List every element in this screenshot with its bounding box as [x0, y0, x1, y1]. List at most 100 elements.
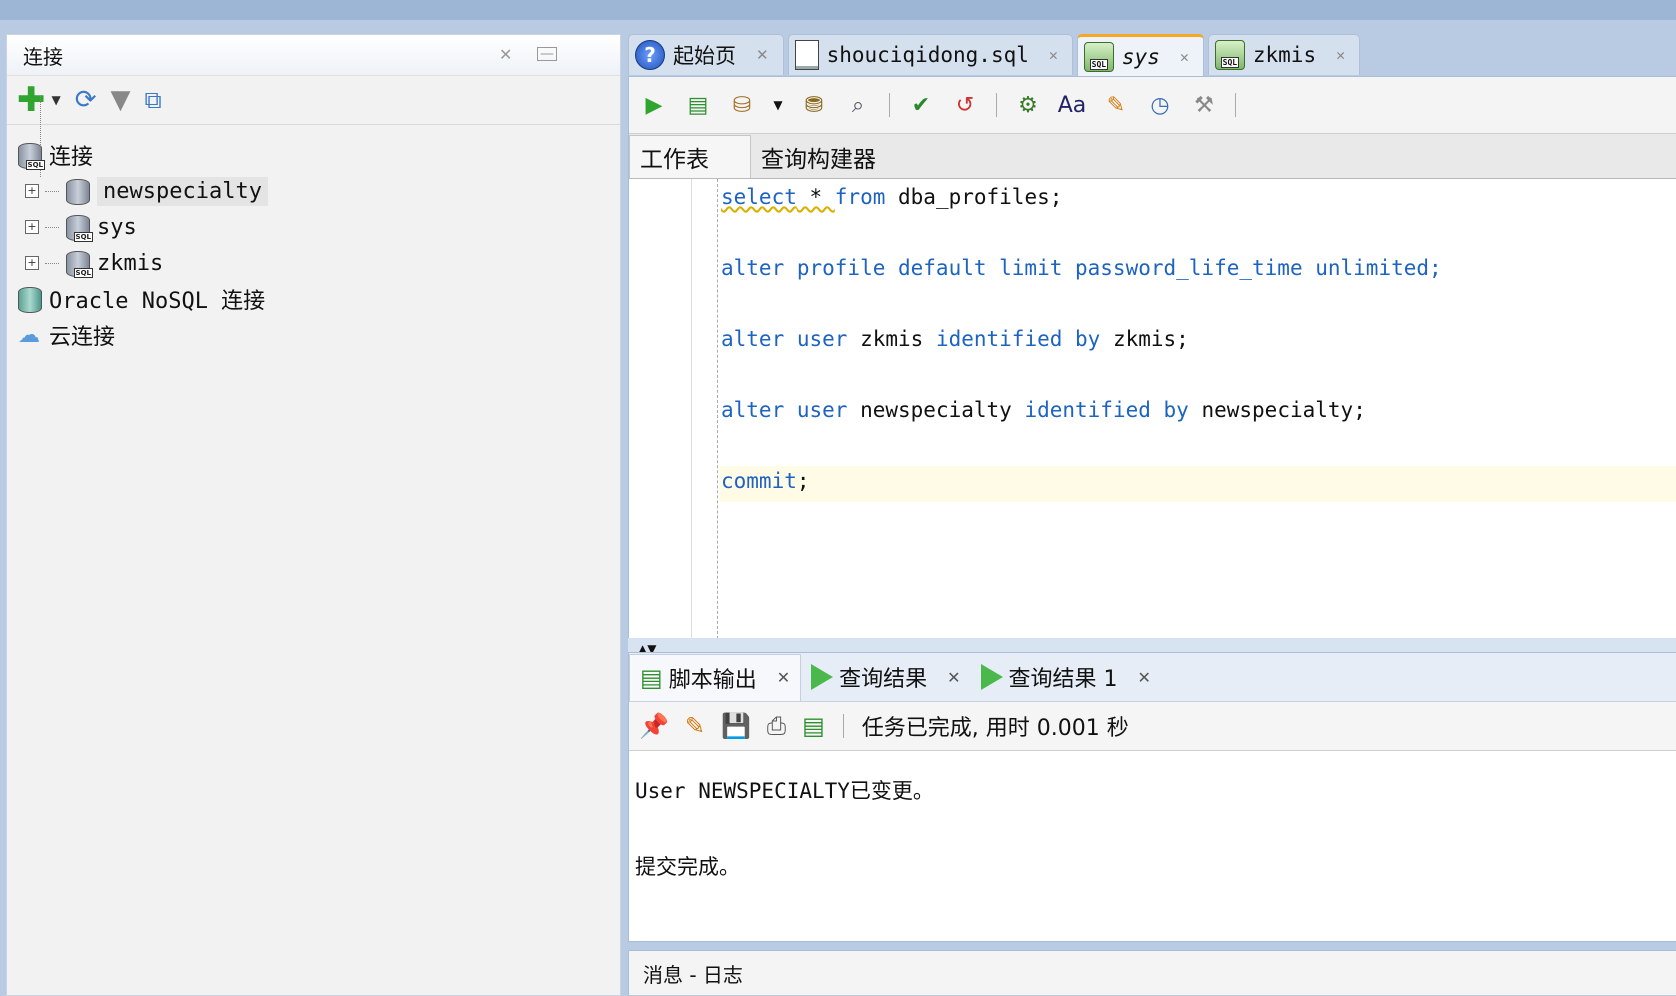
- tab-query-builder[interactable]: 查询构建器: [751, 136, 886, 178]
- print-icon[interactable]: ⎙: [767, 712, 786, 740]
- tools-icon[interactable]: ⚒: [1189, 90, 1219, 120]
- clear-icon[interactable]: ✎: [685, 712, 705, 740]
- tree-item-label: zkmis: [97, 250, 164, 276]
- code-line: alter profile default limit password_lif…: [721, 256, 1442, 280]
- tab-zkmis[interactable]: SQL zkmis ✕: [1207, 34, 1361, 75]
- tree-item-label: Oracle NoSQL 连接: [49, 289, 266, 314]
- results-tabs: ▤ 脚本输出 ✕ 查询结果 ✕ 查询结果 1 ✕: [629, 653, 1676, 702]
- script-output-icon: ▤: [640, 663, 663, 692]
- sql-editor-panel: ▶ ▤ ⛁ ▼ ⛃ ⌕ ✔ ↺ ⚙ Aa ✎ ◷ ⚒ 工作表 查询构建器 sel…: [628, 76, 1676, 640]
- close-icon[interactable]: ✕: [1049, 46, 1058, 64]
- tab-query-result-1[interactable]: 查询结果 1 ✕: [971, 654, 1161, 700]
- tab-script-output[interactable]: ▤ 脚本输出 ✕: [629, 653, 802, 701]
- tree-root-connections[interactable]: 连接: [7, 137, 620, 173]
- editor-toolbar: ▶ ▤ ⛁ ▼ ⛃ ⌕ ✔ ↺ ⚙ Aa ✎ ◷ ⚒: [629, 77, 1676, 134]
- tab-label: sys: [1121, 45, 1160, 69]
- clear-icon[interactable]: ✎: [1101, 90, 1131, 120]
- help-icon: ?: [635, 40, 665, 70]
- worksheet-subtabs: 工作表 查询构建器: [629, 134, 1676, 179]
- autotrace-icon[interactable]: ⛁: [727, 90, 757, 120]
- connections-panel: 连接 ✕ — ✚ ▼ ⟳ ▼ ⧉ 连接 + newspecialty + sys…: [6, 34, 621, 996]
- code-editor[interactable]: select * from dba_profiles; alter profil…: [629, 179, 1676, 639]
- refresh-icon[interactable]: ⟳: [75, 85, 97, 115]
- message-log-title: 消息 - 日志: [643, 962, 743, 987]
- tree-item-cloud[interactable]: ☁ 云连接: [7, 317, 620, 353]
- tree-item-zkmis[interactable]: + zkmis: [7, 245, 620, 281]
- toolbar-separator: [1235, 93, 1236, 117]
- code-line: alter user newspecialty identified by ne…: [721, 398, 1366, 422]
- minimize-icon[interactable]: —: [537, 47, 557, 61]
- close-icon[interactable]: ✕: [756, 46, 769, 64]
- connections-tree: 连接 + newspecialty + sys + zkmis Oracle N…: [7, 95, 620, 353]
- tab-sys[interactable]: SQL sys ✕: [1076, 34, 1204, 77]
- sql-history-icon[interactable]: ◷: [1145, 90, 1175, 120]
- toolbar-separator: [889, 93, 890, 117]
- code-token: alter user: [721, 398, 848, 422]
- rollback-icon[interactable]: ↺: [950, 90, 980, 120]
- code-line: select * from dba_profiles;: [721, 185, 1062, 209]
- connections-root-icon: [15, 140, 45, 170]
- close-icon[interactable]: ✕: [947, 668, 960, 687]
- code-line: alter user zkmis identified by zkmis;: [721, 327, 1189, 351]
- code-token: *: [796, 185, 835, 209]
- save-icon[interactable]: 💾: [721, 712, 751, 740]
- close-icon[interactable]: ✕: [1336, 46, 1345, 64]
- filter-icon[interactable]: ▼: [111, 85, 131, 115]
- connections-panel-title: 连接: [23, 44, 63, 69]
- run-script-icon[interactable]: ▤: [683, 90, 713, 120]
- chevron-down-icon[interactable]: ▼: [52, 93, 61, 107]
- tab-label: 脚本输出: [668, 667, 757, 693]
- close-icon[interactable]: ✕: [777, 668, 790, 687]
- tab-start-page[interactable]: ? 起始页 ✕: [628, 34, 784, 75]
- code-token: from: [834, 185, 886, 209]
- code-token: alter user: [721, 327, 848, 351]
- collapse-icon[interactable]: ⧉: [145, 86, 162, 114]
- pin-icon[interactable]: 📌: [639, 712, 669, 740]
- run-statement-icon[interactable]: ▶: [639, 90, 669, 120]
- sql-tuning-icon[interactable]: ⌕: [843, 90, 873, 120]
- tree-item-nosql[interactable]: Oracle NoSQL 连接: [7, 281, 620, 317]
- tab-worksheet[interactable]: 工作表: [629, 135, 751, 178]
- tab-label: shouciqidong.sql: [826, 43, 1029, 67]
- play-icon: [811, 664, 834, 690]
- tab-sql-file[interactable]: shouciqidong.sql ✕: [787, 34, 1073, 75]
- code-token: newspecialty;: [1188, 398, 1366, 422]
- expand-icon[interactable]: +: [25, 256, 39, 270]
- tree-item-label: sys: [97, 214, 137, 240]
- tree-connector: [45, 190, 59, 192]
- expand-icon[interactable]: +: [25, 184, 39, 198]
- expand-icon[interactable]: +: [25, 220, 39, 234]
- play-icon: [980, 664, 1003, 690]
- close-icon[interactable]: ✕: [1180, 48, 1189, 66]
- toolbar-separator: [996, 93, 997, 117]
- database-icon: [63, 176, 91, 206]
- tree-item-label: 云连接: [49, 325, 116, 350]
- file-icon: [794, 40, 819, 70]
- line-gutter: [629, 179, 692, 639]
- unshared-sql-icon[interactable]: ⚙: [1013, 90, 1043, 120]
- task-status: 任务已完成, 用时 0.001 秒: [861, 716, 1129, 741]
- output-line: User NEWSPECIALTY已变更。: [635, 779, 934, 803]
- connections-toolbar: ✚ ▼ ⟳ ▼ ⧉: [7, 76, 620, 125]
- results-panel: ▤ 脚本输出 ✕ 查询结果 ✕ 查询结果 1 ✕ 📌 ✎ 💾 ⎙ ▤ 任务已完成…: [628, 652, 1676, 942]
- code-token: select: [721, 185, 797, 209]
- code-token: ;: [796, 469, 810, 493]
- nosql-icon: [15, 284, 43, 314]
- to-upper-lower-icon[interactable]: Aa: [1057, 90, 1087, 120]
- tab-query-result[interactable]: 查询结果 ✕: [801, 654, 970, 700]
- close-icon[interactable]: ✕: [1138, 668, 1151, 687]
- sql-database-icon: [63, 212, 93, 242]
- code-line: commit;: [721, 469, 810, 493]
- commit-icon[interactable]: ✔: [906, 90, 936, 120]
- add-connection-icon[interactable]: ✚: [17, 80, 46, 120]
- panel-splitter[interactable]: ▲▼: [628, 638, 1676, 656]
- cloud-icon: ☁: [18, 322, 40, 348]
- tree-item-sys[interactable]: + sys: [7, 209, 620, 245]
- close-icon[interactable]: ✕: [499, 45, 512, 64]
- buffer-size-icon[interactable]: ▤: [802, 712, 825, 740]
- chevron-down-icon[interactable]: ▼: [771, 90, 785, 120]
- code-token: commit: [721, 469, 797, 493]
- tree-item-newspecialty[interactable]: + newspecialty: [7, 173, 620, 209]
- explain-plan-icon[interactable]: ⛃: [799, 90, 829, 120]
- code-token: identified by: [935, 327, 1101, 351]
